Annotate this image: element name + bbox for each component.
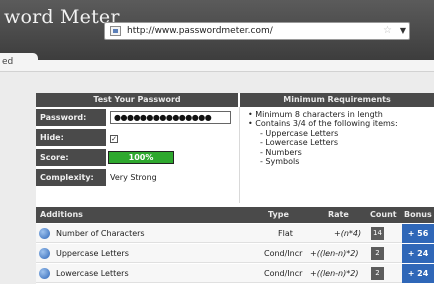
complexity-value: Very Strong <box>110 173 157 182</box>
row-name: Number of Characters <box>56 229 145 238</box>
test-password-heading: Test Your Password <box>36 93 238 107</box>
row-rate: +((len-n)*2) <box>310 269 359 278</box>
tab-partial[interactable]: ed <box>0 53 38 71</box>
row-count: 2 <box>371 247 384 260</box>
requirement-item: - Numbers <box>260 147 302 157</box>
rate-column-header: Rate <box>328 210 349 219</box>
bookmark-star-icon[interactable]: ☆ <box>383 25 392 36</box>
row-type: Cond/Incr <box>264 249 303 258</box>
row-count: 2 <box>371 267 384 280</box>
address-bar[interactable]: http://www.passwordmeter.com/ ☆ ▼ <box>104 22 410 40</box>
password-meter-panel: Test Your Password Minimum Requirements … <box>36 93 434 284</box>
window-title: word Meter <box>4 6 120 28</box>
row-rate: +(n*4) <box>334 229 362 238</box>
row-bonus: + 56 <box>402 224 434 243</box>
chevron-down-icon[interactable]: ▼ <box>400 26 406 35</box>
info-icon[interactable] <box>39 248 50 259</box>
hide-checkbox[interactable]: ✓ <box>110 135 118 143</box>
complexity-label: Complexity: <box>36 169 106 186</box>
row-bonus: + 24 <box>402 244 434 263</box>
additions-column-header: Additions <box>40 210 83 219</box>
row-bonus: + 24 <box>402 264 434 283</box>
requirement-line: • Minimum 8 characters in length <box>248 110 383 119</box>
row-type: Flat <box>278 229 293 238</box>
row-type: Cond/Incr <box>264 269 303 278</box>
bonus-column-header: Bonus <box>404 210 432 219</box>
row-name: Uppercase Letters <box>56 249 129 258</box>
table-row: Uppercase Letters Cond/Incr +((len-n)*2)… <box>36 244 434 263</box>
score-bar: 100% <box>108 151 174 164</box>
browser-titlebar: word Meter http://www.passwordmeter.com/… <box>0 0 434 60</box>
row-name: Lowercase Letters <box>56 269 129 278</box>
type-column-header: Type <box>268 210 289 219</box>
hide-label: Hide: <box>36 129 106 146</box>
panel-divider <box>239 107 240 203</box>
table-row: Number of Characters Flat +(n*4) 14 + 56 <box>36 224 434 243</box>
requirement-item: - Lowercase Letters <box>260 138 339 148</box>
tab-strip <box>0 60 434 72</box>
url-text[interactable]: http://www.passwordmeter.com/ <box>127 26 273 36</box>
page-icon <box>110 26 121 36</box>
requirement-line: • Contains 3/4 of the following items: <box>248 119 398 129</box>
table-row: Lowercase Letters Cond/Incr +((len-n)*2)… <box>36 264 434 283</box>
requirements-list: • Minimum 8 characters in length • Conta… <box>248 110 434 166</box>
info-icon[interactable] <box>39 228 50 239</box>
password-label: Password: <box>36 109 106 126</box>
count-column-header: Count <box>370 210 397 219</box>
requirement-item: - Symbols <box>260 157 300 167</box>
row-count: 14 <box>371 227 384 240</box>
score-label: Score: <box>36 149 106 166</box>
additions-header-row: Additions Type Rate Count Bonus <box>36 207 434 223</box>
info-icon[interactable] <box>39 268 50 279</box>
requirement-item: - Uppercase Letters <box>260 128 339 138</box>
password-input[interactable]: ●●●●●●●●●●●●●●● <box>110 111 231 124</box>
row-rate: +((len-n)*2) <box>310 249 359 258</box>
minimum-requirements-heading: Minimum Requirements <box>240 93 434 107</box>
